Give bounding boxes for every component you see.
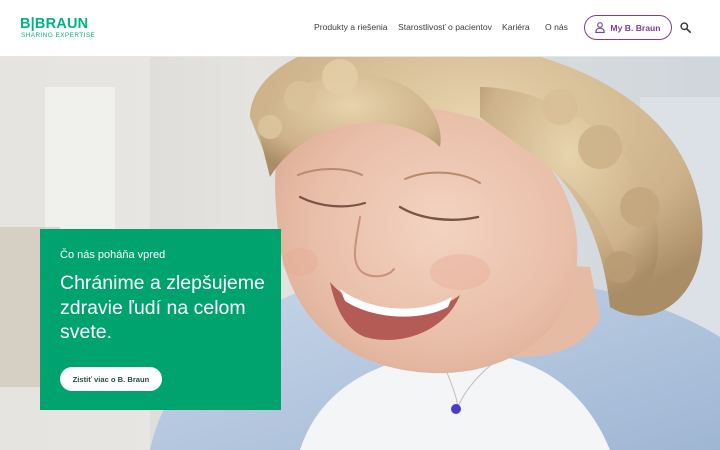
nav-item-about[interactable]: O nás [545, 21, 568, 33]
user-icon [595, 22, 606, 33]
nav-item-patient-care[interactable]: Starostlivosť o pacientov [398, 21, 492, 33]
logo-wordmark: B|BRAUN [20, 16, 89, 32]
nav-item-products[interactable]: Produkty a riešenia [314, 21, 388, 33]
search-icon[interactable] [680, 22, 691, 33]
learn-more-label: Zistiť viac o B. Braun [72, 374, 150, 384]
nav-item-career[interactable]: Kariéra [502, 21, 530, 33]
my-bbraun-button[interactable]: My B. Braun [584, 15, 672, 40]
bbraun-logo[interactable]: B|BRAUN SHARING EXPERTISE [20, 17, 110, 41]
hero-title: Chránime a zlepšujeme zdravie ľudí na ce… [60, 272, 265, 343]
site-header: B|BRAUN SHARING EXPERTISE Produkty a rie… [0, 0, 720, 57]
my-bbraun-label: My B. Braun [610, 22, 661, 33]
hero-eyebrow: Čo nás poháňa vpred [60, 249, 166, 261]
learn-more-button[interactable]: Zistiť viac o B. Braun [60, 367, 162, 391]
logo-tagline: SHARING EXPERTISE [21, 32, 96, 39]
hero-card: Čo nás poháňa vpred Chránime a zlepšujem… [40, 229, 281, 410]
